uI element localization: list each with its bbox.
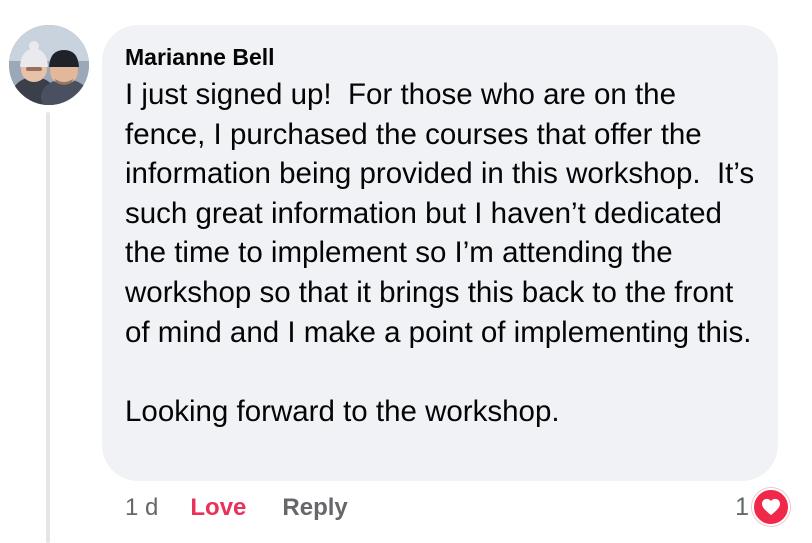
comment-bubble: Marianne Bell I just signed up! For thos… [102,25,778,481]
love-reaction-button[interactable]: Love [190,494,246,522]
comment-author[interactable]: Marianne Bell [125,41,756,75]
comment-text: I just signed up! For those who are on t… [125,78,755,428]
comment-actions: 1 d Love Reply [125,490,348,526]
heart-icon [752,488,790,526]
comment-timestamp[interactable]: 1 d [125,494,158,522]
comment: Marianne Bell I just signed up! For thos… [0,0,812,543]
thread-line [46,112,50,543]
avatar[interactable] [9,25,89,105]
reply-button[interactable]: Reply [282,494,347,522]
reaction-summary[interactable]: 1 [735,488,790,526]
reaction-count: 1 [735,492,749,521]
